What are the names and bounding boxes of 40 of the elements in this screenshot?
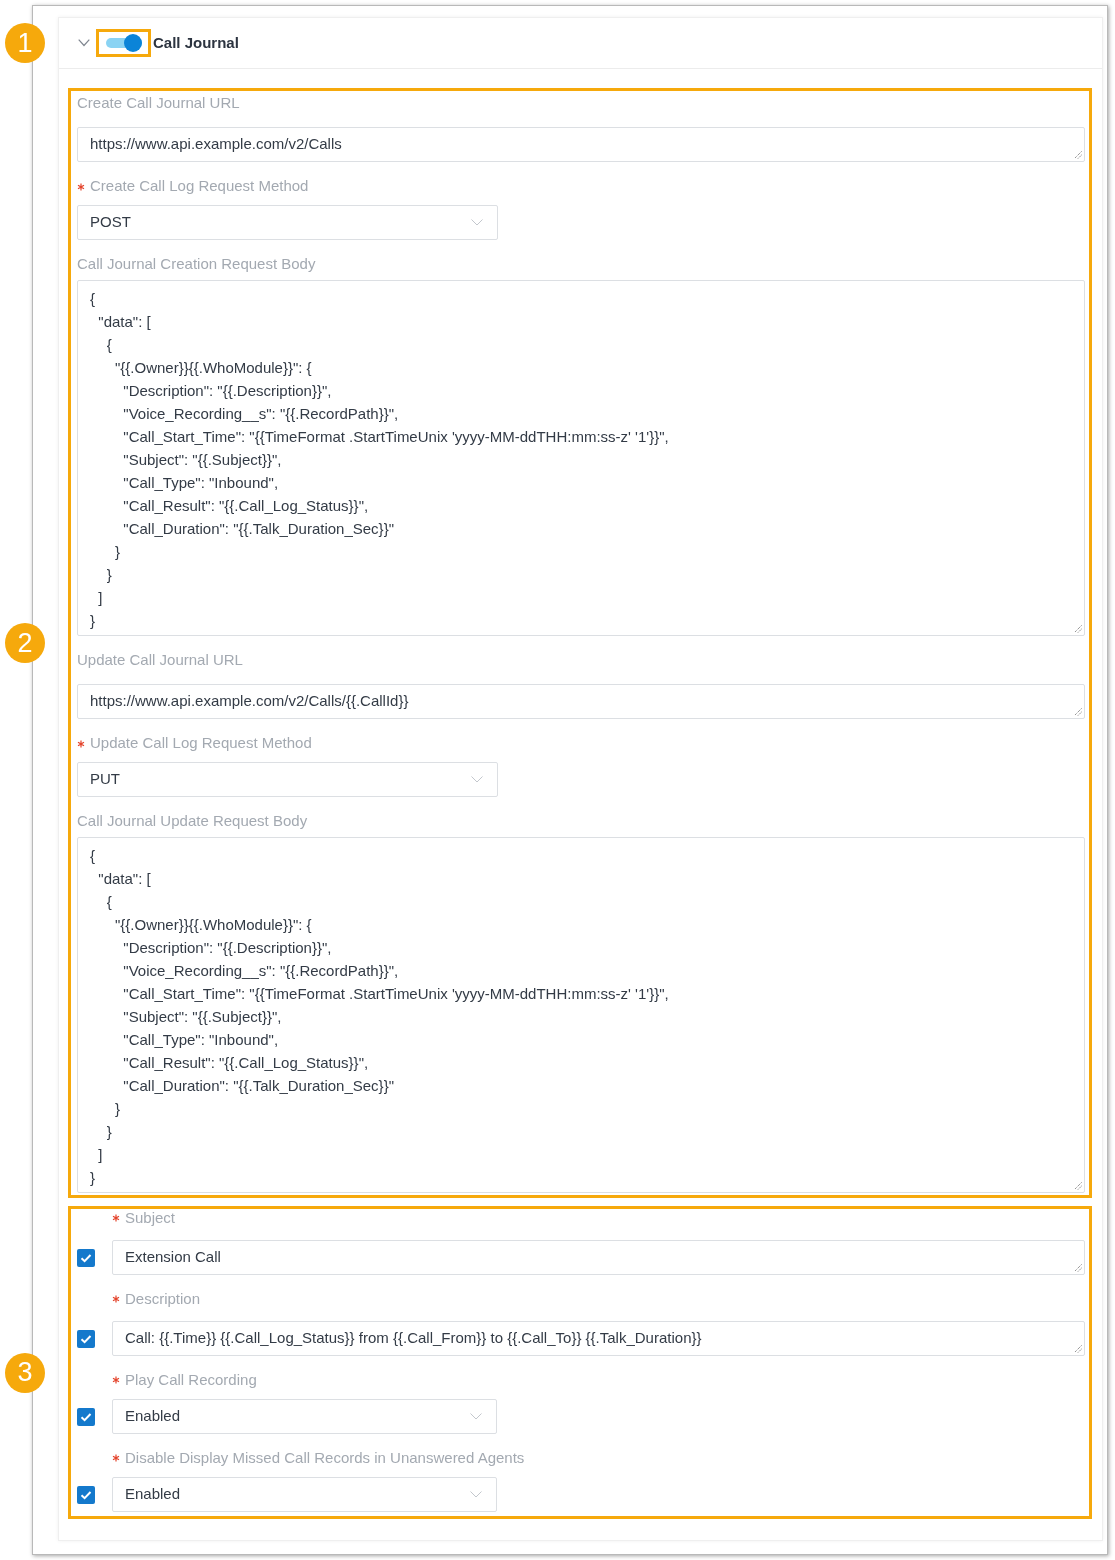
- callout-badge: 1: [5, 23, 45, 63]
- chevron-down-icon: [471, 776, 483, 783]
- chevron-down-icon: [471, 219, 483, 226]
- chevron-down-icon: [470, 1491, 482, 1498]
- request-body-field[interactable]: { "data": [ { "{{.Owner}}{{.WhoModule}}": { "Description": "{{.Description}}", "Voice_Recording__s": "{{.RecordPath}}", "Call_Start_Time": "{{TimeFormat .StartTimeUnix 'yyyy-MM-ddTHH:mm:ss-z' '1'}}", "Subject": "{{.Subject}}", "Call_Type": "Inbound", "Call_Result": "{{.Call_Log_Status}}", "Call_Duration": "{{.Talk_Duration_Sec}}" } } ] }: [77, 280, 1085, 636]
- text-field[interactable]: Extension Call: [112, 1240, 1085, 1275]
- dropdown-select[interactable]: Enabled: [112, 1477, 497, 1512]
- dropdown-select[interactable]: Enabled: [112, 1399, 497, 1434]
- field-label: Call Journal Update Request Body: [77, 811, 308, 832]
- toggle-switch[interactable]: [105, 34, 142, 52]
- field-label: Description: [125, 1288, 201, 1309]
- resize-handle-icon[interactable]: [1074, 625, 1082, 633]
- checkbox[interactable]: [77, 1329, 95, 1348]
- field-label: Call Journal Creation Request Body: [77, 254, 316, 275]
- resize-handle-icon[interactable]: [1074, 708, 1082, 716]
- checkbox[interactable]: [77, 1248, 95, 1267]
- text-field[interactable]: https://www.api.example.com/v2/Calls: [77, 127, 1085, 162]
- field-label: Create Call Journal URL: [77, 93, 240, 114]
- callout-badge: 3: [5, 1352, 45, 1393]
- resize-handle-icon[interactable]: [1074, 1182, 1082, 1190]
- text-field[interactable]: Call: {{.Time}} {{.Call_Log_Status}} from {{.Call_From}} to {{.Call_To}} {{.Talk_Duration}}: [112, 1321, 1085, 1356]
- resize-handle-icon[interactable]: [1074, 1345, 1082, 1353]
- text-field[interactable]: https://www.api.example.com/v2/Calls/{{.CallId}}: [77, 684, 1085, 719]
- field-label: Play Call Recording: [125, 1369, 257, 1390]
- field-label: Update Call Journal URL: [77, 650, 243, 671]
- chevron-down-icon[interactable]: [78, 39, 90, 47]
- chevron-down-icon: [470, 1413, 482, 1420]
- resize-handle-icon[interactable]: [1074, 151, 1082, 159]
- section-title: Call Journal: [153, 32, 239, 53]
- request-body-field[interactable]: { "data": [ { "{{.Owner}}{{.WhoModule}}": { "Description": "{{.Description}}", "Voice_Recording__s": "{{.RecordPath}}", "Call_Start_Time": "{{TimeFormat .StartTimeUnix 'yyyy-MM-ddTHH:mm:ss-z' '1'}}", "Subject": "{{.Subject}}", "Call_Type": "Inbound", "Call_Result": "{{.Call_Log_Status}}", "Call_Duration": "{{.Talk_Duration_Sec}}" } } ] }: [77, 837, 1085, 1193]
- dropdown-select[interactable]: PUT: [77, 762, 498, 797]
- field-label: Disable Display Missed Call Records in Unanswered Agents: [125, 1447, 525, 1468]
- checkbox[interactable]: [77, 1407, 95, 1426]
- field-label: Update Call Log Request Method: [90, 733, 312, 754]
- field-label: Subject: [125, 1207, 176, 1228]
- resize-handle-icon[interactable]: [1074, 1264, 1082, 1272]
- checkbox[interactable]: [77, 1485, 95, 1504]
- dropdown-select[interactable]: POST: [77, 205, 498, 240]
- callout-badge: 2: [5, 623, 45, 663]
- field-label: Create Call Log Request Method: [90, 176, 309, 197]
